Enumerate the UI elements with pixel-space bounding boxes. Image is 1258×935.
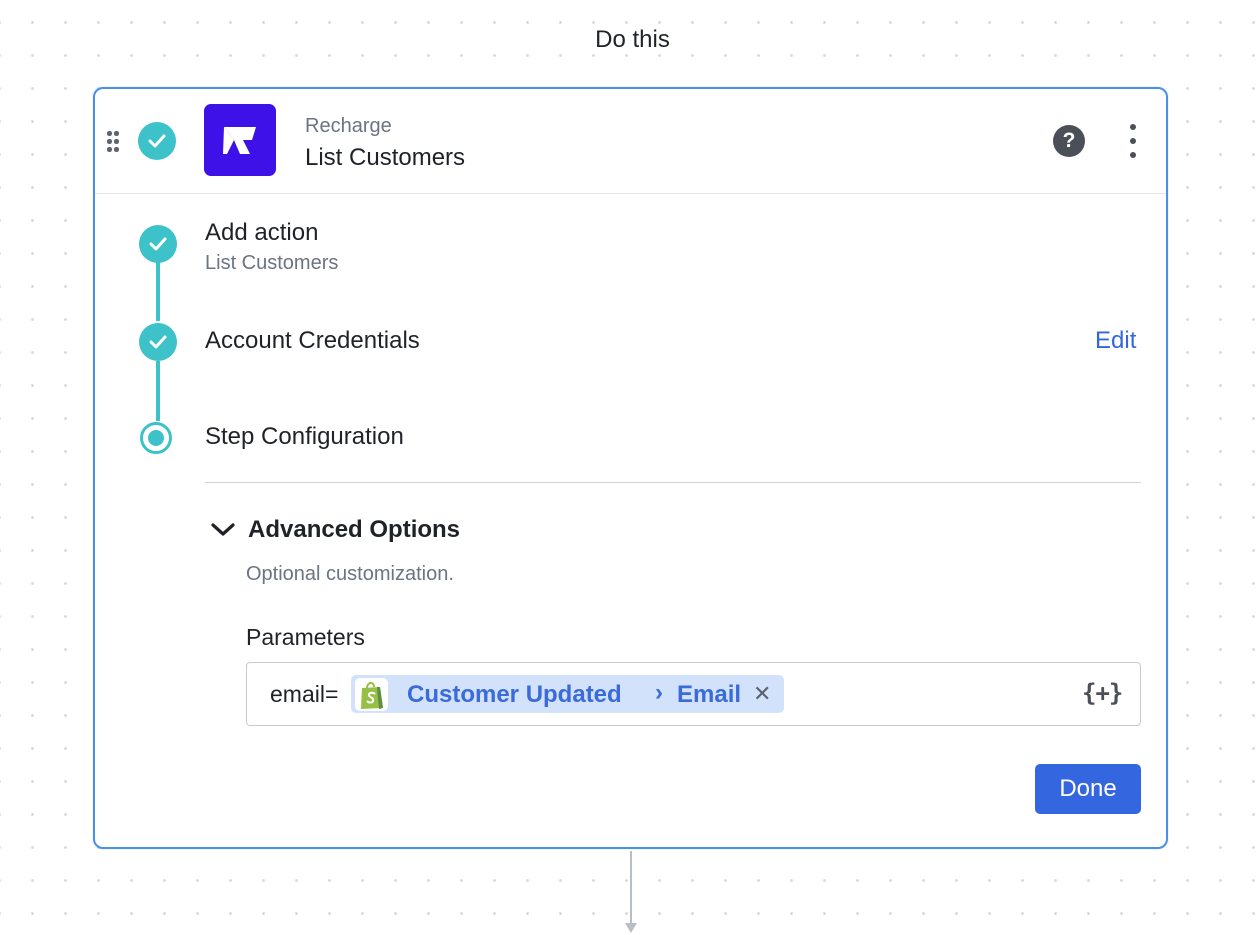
- step-complete-check-icon: [138, 122, 176, 160]
- add-action-title[interactable]: Add action: [205, 219, 318, 247]
- advanced-options-description: Optional customization.: [246, 563, 454, 585]
- account-credentials-check-icon: [139, 323, 177, 361]
- shopify-bag-icon: [355, 678, 388, 711]
- parameter-prefix: email=: [270, 681, 339, 707]
- edit-credentials-link[interactable]: Edit: [1095, 327, 1136, 355]
- account-credentials-title[interactable]: Account Credentials: [205, 327, 420, 355]
- close-icon[interactable]: ✕: [753, 681, 771, 707]
- insert-data-icon[interactable]: {+}: [1082, 679, 1123, 707]
- divider: [205, 482, 1141, 483]
- progress-rail: [156, 361, 160, 421]
- add-action-subtitle: List Customers: [205, 252, 339, 274]
- help-icon[interactable]: ?: [1053, 125, 1085, 157]
- step-configuration-title[interactable]: Step Configuration: [205, 423, 404, 451]
- progress-rail: [156, 261, 160, 321]
- add-action-check-icon: [139, 225, 177, 263]
- parameters-label: Parameters: [246, 624, 365, 650]
- arrow-down-icon: [625, 923, 637, 933]
- advanced-options-toggle[interactable]: Advanced Options: [248, 516, 460, 544]
- done-button[interactable]: Done: [1035, 764, 1141, 814]
- current-step-icon: [140, 422, 172, 454]
- section-title: Do this: [595, 26, 670, 53]
- drag-handle-icon[interactable]: [107, 131, 121, 153]
- parameters-input[interactable]: email= Customer Updated › Email ✕ {+}: [246, 662, 1141, 726]
- recharge-logo-icon: [204, 104, 276, 176]
- step-header[interactable]: Recharge List Customers ?: [95, 89, 1166, 194]
- chevron-right-icon: ›: [655, 679, 663, 706]
- more-vertical-icon[interactable]: [1123, 124, 1143, 158]
- chevron-down-icon[interactable]: [210, 522, 236, 538]
- connector-line: [630, 851, 632, 925]
- data-pill[interactable]: Customer Updated › Email ✕: [351, 675, 784, 713]
- app-name: Recharge: [305, 115, 392, 137]
- step-card: Recharge List Customers ? Add action Lis…: [93, 87, 1168, 849]
- pill-step-name: Customer Updated: [407, 681, 622, 708]
- action-name: List Customers: [305, 144, 466, 171]
- pill-field-name: Email: [677, 681, 742, 708]
